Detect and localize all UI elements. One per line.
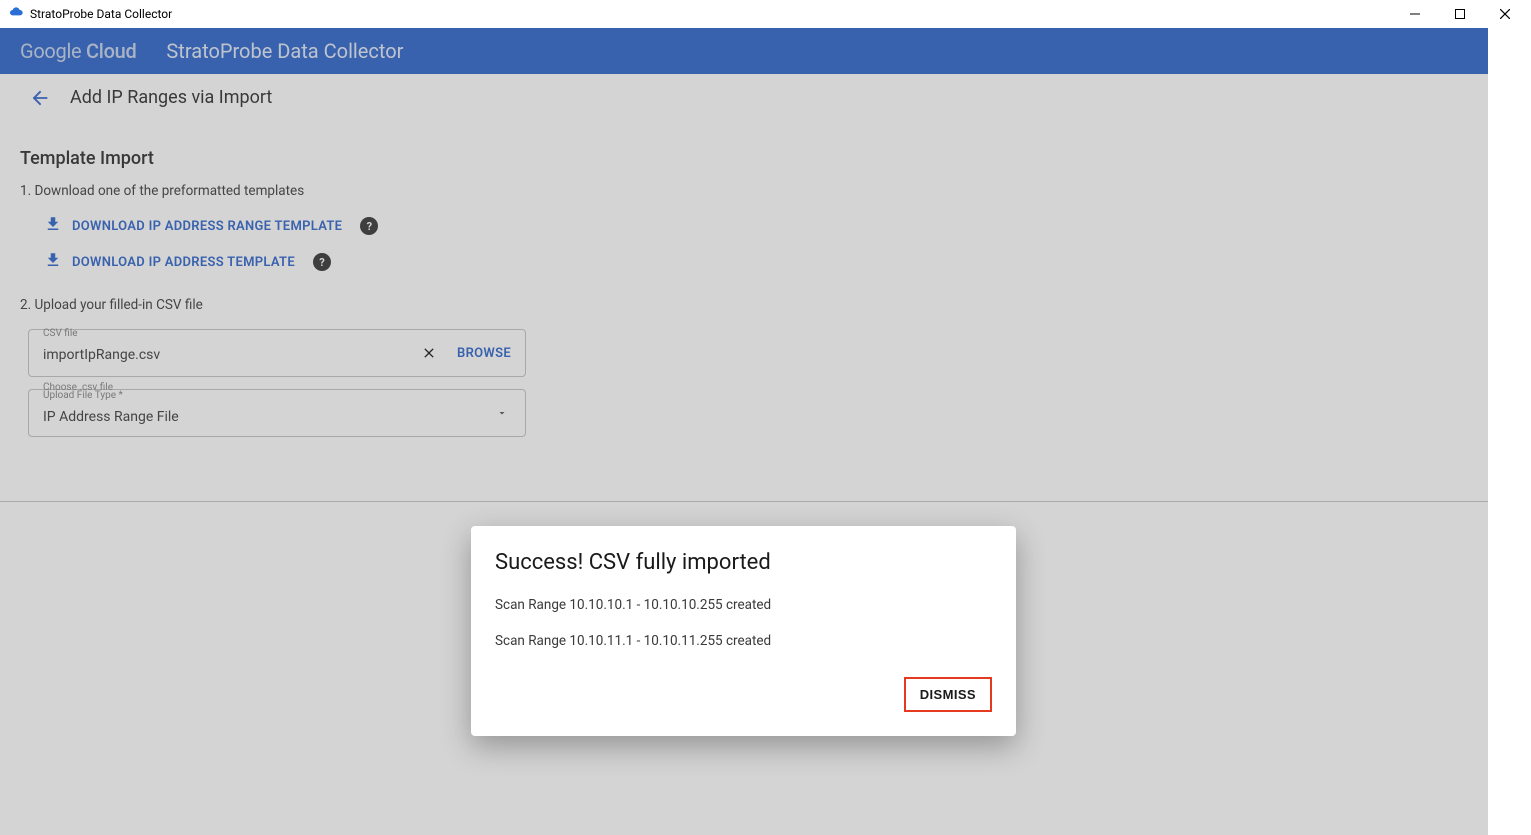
window-maximize-button[interactable] xyxy=(1437,0,1482,28)
window-title-bar: StratoProbe Data Collector xyxy=(0,0,1531,28)
app-icon xyxy=(8,6,24,22)
dialog-title: Success! CSV fully imported xyxy=(495,550,992,575)
dialog-message-1: Scan Range 10.10.10.1 - 10.10.10.255 cre… xyxy=(495,597,992,613)
scrollbar-gutter xyxy=(1488,28,1531,835)
modal-overlay: Success! CSV fully imported Scan Range 1… xyxy=(0,28,1488,835)
dialog-message-2: Scan Range 10.10.11.1 - 10.10.11.255 cre… xyxy=(495,633,992,649)
window-title: StratoProbe Data Collector xyxy=(30,7,172,21)
window-close-button[interactable] xyxy=(1482,0,1527,28)
success-dialog: Success! CSV fully imported Scan Range 1… xyxy=(471,526,1016,736)
dismiss-button[interactable]: DISMISS xyxy=(904,677,992,712)
window-minimize-button[interactable] xyxy=(1392,0,1437,28)
